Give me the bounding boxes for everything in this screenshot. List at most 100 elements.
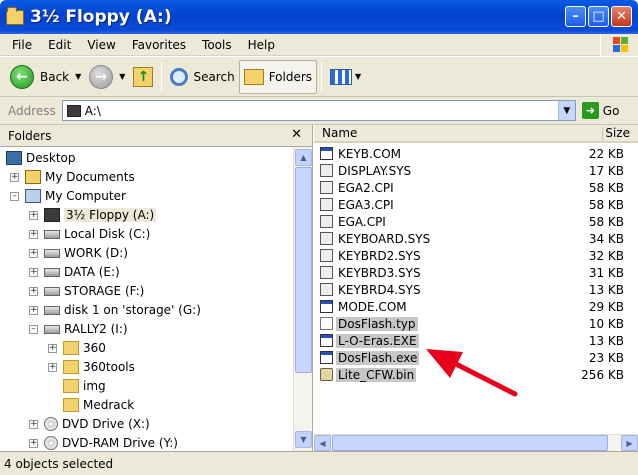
expand-icon[interactable]: + (29, 248, 38, 258)
file-size: 58 KB (588, 197, 624, 212)
expand-icon[interactable]: + (29, 229, 38, 239)
scroll-up-icon[interactable]: ▲ (295, 149, 312, 166)
file-size: 10 KB (588, 316, 624, 331)
menu-edit[interactable]: Edit (40, 38, 79, 52)
chevron-down-icon[interactable]: ▼ (75, 72, 81, 81)
scroll-down-icon[interactable]: ▼ (295, 431, 312, 448)
file-size: 29 KB (588, 299, 624, 314)
file-row[interactable]: Lite_CFW.bin 256 KB (320, 366, 634, 383)
column-size[interactable]: Size (605, 126, 630, 140)
tree-item-my-computer[interactable]: – My Computer (10, 187, 126, 205)
menu-file[interactable]: File (4, 38, 40, 52)
scroll-thumb[interactable] (332, 435, 608, 451)
tree-item-medrack[interactable]: Medrack (63, 396, 134, 414)
tree-item-img[interactable]: img (63, 377, 106, 395)
expand-icon[interactable]: + (29, 267, 38, 277)
tree-item-dvd-drive[interactable]: + DVD Drive (X:) (29, 415, 150, 433)
address-input[interactable]: A:\ ▼ (61, 100, 576, 121)
expand-icon[interactable]: + (48, 343, 57, 353)
tree-item-dvd-ram-drive[interactable]: + DVD-RAM Drive (Y:) (29, 434, 178, 451)
collapse-icon[interactable]: – (29, 324, 38, 334)
column-divider[interactable] (602, 127, 603, 141)
window-title: 3½ Floppy (A:) (30, 7, 172, 27)
expand-icon[interactable]: + (10, 172, 19, 182)
cd-icon (44, 436, 58, 450)
file-row[interactable]: KEYBRD2.SYS 32 KB (320, 247, 634, 264)
file-row[interactable]: EGA3.CPI 58 KB (320, 196, 634, 213)
file-size: 256 KB (581, 367, 624, 382)
file-row[interactable]: EGA.CPI 58 KB (320, 213, 634, 230)
file-row[interactable]: DosFlash.exe 23 KB (320, 349, 634, 366)
collapse-icon[interactable]: – (10, 191, 19, 201)
go-button[interactable]: ➜ Go (581, 102, 620, 119)
tree-item-local-disk[interactable]: + Local Disk (C:) (29, 225, 150, 243)
expand-icon[interactable]: + (29, 419, 38, 429)
scroll-right-icon[interactable]: ▶ (621, 435, 638, 451)
column-name[interactable]: Name (322, 126, 357, 140)
file-name: Lite_CFW.bin (336, 367, 417, 382)
sys-file-icon (320, 249, 333, 262)
file-list-scrollbar[interactable]: ◀ ▶ (314, 434, 638, 451)
file-row[interactable]: KEYBRD3.SYS 31 KB (320, 264, 634, 281)
minimize-button[interactable]: – (565, 6, 586, 27)
expand-icon[interactable]: + (48, 362, 57, 372)
floppy-icon (66, 104, 81, 117)
file-name: DosFlash.typ (336, 316, 418, 331)
file-row[interactable]: KEYBOARD.SYS 34 KB (320, 230, 634, 247)
menu-view[interactable]: View (79, 38, 123, 52)
expand-icon[interactable]: + (29, 438, 38, 448)
scroll-left-icon[interactable]: ◀ (314, 435, 331, 451)
file-row[interactable]: KEYBRD4.SYS 13 KB (320, 281, 634, 298)
title-bar[interactable]: 3½ Floppy (A:) – □ ✕ (0, 0, 638, 34)
folder-icon (63, 341, 79, 355)
tree-item-network-disk[interactable]: + disk 1 on 'storage' (G:) (29, 301, 201, 319)
tree-item-data[interactable]: + DATA (E:) (29, 263, 120, 281)
typ-file-icon (320, 317, 333, 330)
tree-item-storage[interactable]: + STORAGE (F:) (29, 282, 144, 300)
go-label: Go (602, 103, 620, 118)
back-button[interactable]: ← Back ▼ (6, 60, 85, 94)
address-value: A:\ (84, 103, 101, 118)
search-button[interactable]: Search (166, 60, 238, 94)
chevron-down-icon[interactable]: ▼ (119, 72, 125, 81)
file-row[interactable]: DosFlash.typ 10 KB (320, 315, 634, 332)
file-row[interactable]: KEYB.COM 22 KB (320, 145, 634, 162)
tree-item-label: Medrack (83, 398, 135, 412)
close-button[interactable]: ✕ (611, 6, 632, 27)
file-row[interactable]: MODE.COM 29 KB (320, 298, 634, 315)
bin-file-icon (320, 368, 333, 381)
tree-item-desktop[interactable]: Desktop (6, 149, 76, 167)
file-row[interactable]: DISPLAY.SYS 17 KB (320, 162, 634, 179)
chevron-down-icon[interactable]: ▼ (355, 72, 361, 81)
file-size: 13 KB (588, 333, 624, 348)
folders-button[interactable]: Folders (238, 59, 318, 94)
expand-icon[interactable]: + (29, 286, 38, 296)
file-name: KEYBRD3.SYS (338, 265, 421, 280)
file-name: EGA2.CPI (338, 180, 394, 195)
tree-scrollbar[interactable]: ▲ ▼ (293, 147, 312, 451)
toolbar-divider (321, 61, 323, 92)
windows-flag-icon (613, 37, 629, 53)
tree-item-work[interactable]: + WORK (D:) (29, 244, 128, 262)
maximize-button[interactable]: □ (588, 6, 609, 27)
tree-item-360tools[interactable]: + 360tools (48, 358, 135, 376)
tree-item-360[interactable]: + 360 (48, 339, 106, 357)
forward-button[interactable]: → ▼ (85, 60, 129, 94)
expand-icon[interactable]: + (29, 305, 38, 315)
expand-icon[interactable]: + (29, 210, 38, 220)
views-button[interactable]: ▼ (326, 60, 365, 94)
chevron-down-icon[interactable]: ▼ (557, 101, 575, 120)
tree-item-floppy[interactable]: + 3½ Floppy (A:) (29, 206, 157, 224)
file-row[interactable]: L-O-Eras.EXE 13 KB (320, 332, 634, 349)
file-row[interactable]: EGA2.CPI 58 KB (320, 179, 634, 196)
menu-tools[interactable]: Tools (194, 38, 240, 52)
close-icon[interactable]: ✕ (291, 127, 302, 142)
tree-item-my-documents[interactable]: + My Documents (10, 168, 135, 186)
tree-item-label: 3½ Floppy (A:) (64, 208, 157, 222)
tree-item-label: My Computer (45, 189, 126, 203)
scroll-thumb[interactable] (295, 167, 312, 373)
up-button[interactable]: ↑ (129, 60, 157, 94)
menu-favorites[interactable]: Favorites (124, 38, 194, 52)
tree-item-rally2[interactable]: – RALLY2 (I:) (29, 320, 128, 338)
menu-help[interactable]: Help (240, 38, 283, 52)
